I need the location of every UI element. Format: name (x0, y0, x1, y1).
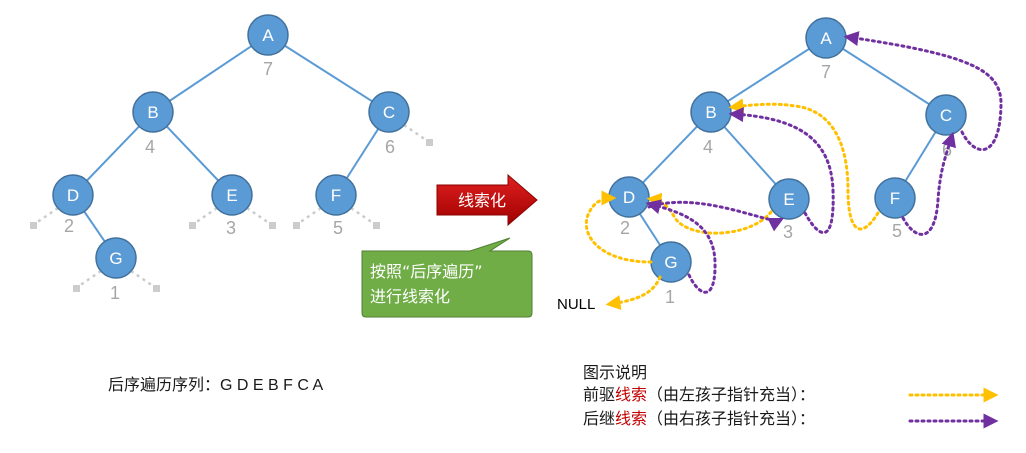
left-order-label-A: 7 (263, 59, 273, 79)
left-order-label-E: 3 (226, 218, 236, 238)
left-node-label-E: E (226, 186, 237, 205)
right-node-label-G: G (664, 253, 677, 272)
legend-title: 图示说明 (583, 363, 647, 382)
callout-bubble: 按照“后序遍历” 进行线索化 (361, 237, 533, 318)
threading-transform-arrow: 线索化 (436, 173, 538, 227)
left-order-label-G: 1 (110, 283, 120, 303)
left-null-marker-G-left (73, 285, 80, 292)
left-edge-A-C (267, 34, 390, 113)
right-node-label-B: B (705, 103, 716, 122)
left-order-label-C: 6 (385, 137, 395, 157)
callout-line-1: 按照“后序遍历” (370, 262, 483, 281)
right-order-label-G: 1 (665, 287, 675, 307)
left-node-label-A: A (262, 26, 274, 45)
threading-arrow-label: 线索化 (458, 191, 506, 210)
legend-pred-text: 前驱线索（由左孩子指针充当）： (583, 385, 815, 404)
left-order-label-F: 5 (333, 218, 343, 238)
left-node-label-F: F (331, 186, 341, 205)
right-node-label-E: E (783, 190, 794, 209)
right-order-label-A: 7 (821, 62, 831, 82)
left-null-marker-C-right (426, 139, 433, 146)
predecessor-thread-G-to-NULL (605, 275, 662, 311)
successor-thread-D-to-E (647, 200, 785, 232)
left-null-marker-F-right (373, 222, 380, 229)
null-label: NULL (557, 296, 595, 313)
diagram-canvas: A7B4C6D2E3F5G1 A7B4C6D2E3F5G1NULL 线索化 按照… (30, 14, 1003, 429)
left-null-pointer-E-right (246, 206, 273, 227)
left-null-marker-F-left (293, 222, 300, 229)
left-order-label-B: 4 (145, 137, 155, 157)
right-node-label-F: F (890, 189, 900, 208)
right-order-label-F: 5 (892, 221, 902, 241)
left-node-label-B: B (147, 103, 158, 122)
left-edge-A-B (152, 34, 269, 113)
right-order-label-E: 3 (783, 222, 793, 242)
left-null-pointer-F-right (350, 206, 377, 227)
left-node-label-G: G (109, 249, 122, 268)
right-edge-A-C (825, 37, 947, 116)
right-node-label-D: D (623, 188, 635, 207)
right-order-label-B: 4 (703, 137, 713, 157)
postorder-sequence-label: 后序遍历序列：G D E B F C A (108, 375, 323, 394)
right-order-label-D: 2 (620, 218, 630, 238)
left-order-label-D: 2 (64, 216, 74, 236)
left-null-marker-D-left (30, 222, 37, 229)
thread-arrows (584, 31, 1003, 311)
left-null-marker-G-right (153, 285, 160, 292)
left-null-marker-E-right (269, 222, 276, 229)
left-null-marker-E-left (189, 222, 196, 229)
callout-line-2: 进行线索化 (370, 287, 450, 306)
successor-thread-C-to-A (843, 31, 1003, 151)
legend-succ-text: 后继线索（由右孩子指针充当）： (583, 409, 815, 428)
right-node-label-C: C (940, 106, 952, 125)
postorder-sequence-value: G D E B F C A (220, 377, 323, 394)
left-null-pointer-G-right (130, 269, 157, 290)
threaded-tree: A7B4C6D2E3F5G1NULL (557, 17, 967, 313)
right-node-label-A: A (820, 29, 832, 48)
legend: 图示说明 前驱线索（由左孩子指针充当）： 后继线索（由右孩子指针充当）： (583, 363, 999, 429)
left-node-label-C: C (383, 103, 395, 122)
left-null-pointer-C-right (403, 123, 430, 144)
left-node-label-D: D (67, 186, 79, 205)
